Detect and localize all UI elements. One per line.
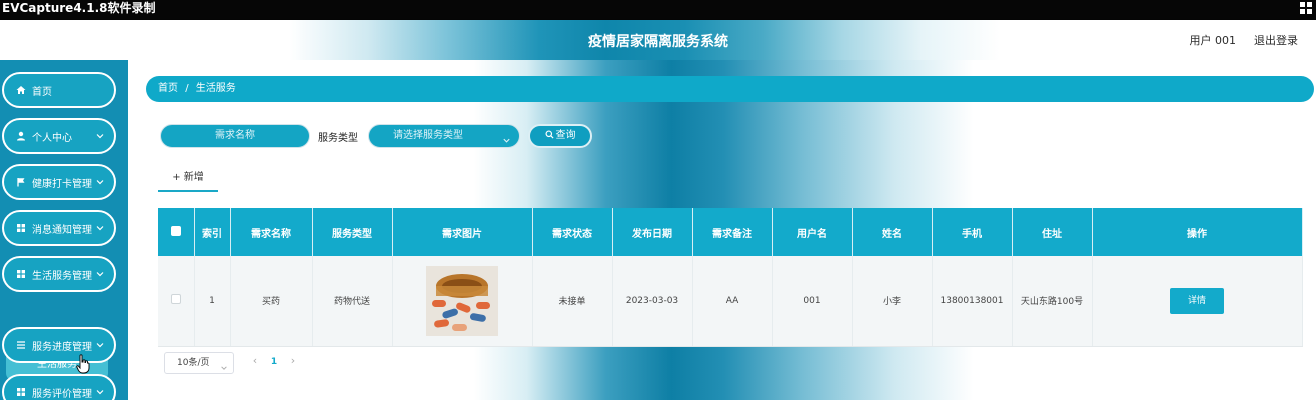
hand-cursor-icon: [76, 354, 90, 374]
query-button-label: 查询: [555, 130, 576, 141]
column-header: 需求名称: [230, 208, 313, 256]
sidebar-item-label: 消息通知管理: [32, 224, 92, 236]
column-header: 手机: [932, 208, 1013, 256]
cell-status: 未接单: [532, 256, 613, 347]
grid-icon: [16, 269, 26, 279]
chevron-down-icon: [95, 223, 105, 233]
chevron-down-icon: [95, 340, 105, 350]
sidebar-item-life-service[interactable]: 生活服务管理: [2, 256, 116, 292]
breadcrumb-current: 生活服务: [195, 83, 236, 94]
table-header-row: 索引 需求名称 服务类型 需求图片 需求状态 发布日期 需求备注 用户名 姓名 …: [158, 208, 1303, 256]
recorder-title: EVCapture4.1.8软件录制: [2, 1, 156, 15]
sidebar-item-health-checkin[interactable]: 健康打卡管理: [2, 164, 116, 200]
chevron-down-icon: [220, 360, 228, 370]
service-type-placeholder: 请选择服务类型: [393, 130, 463, 141]
sidebar-item-label: 健康打卡管理: [32, 178, 92, 190]
sidebar-item-label: 服务评价管理: [32, 388, 92, 400]
table-row: 1 买药 药物代送 未接单 2023-03-03 AA 001 小李 13800…: [158, 256, 1303, 347]
sidebar-item-label: 生活服务管理: [32, 270, 92, 282]
query-button[interactable]: 查询: [528, 124, 592, 148]
cell-index: 1: [194, 256, 231, 347]
column-header: 需求备注: [692, 208, 773, 256]
page-size-select[interactable]: 10条/页: [164, 352, 234, 374]
cell-username: 001: [772, 256, 853, 347]
sidebar-item-service-review[interactable]: 服务评价管理: [2, 374, 116, 400]
sidebar-item-label: 服务进度管理: [32, 341, 92, 353]
current-user: 用户 001: [1189, 34, 1237, 47]
search-icon: [544, 130, 554, 139]
prev-page-button[interactable]: ‹: [248, 352, 262, 372]
person-icon: [16, 131, 26, 141]
grid-icon: [16, 223, 26, 233]
sidebar-item-label: 首页: [32, 86, 52, 98]
page-number[interactable]: 1: [266, 352, 282, 372]
sidebar-item-home[interactable]: 首页: [2, 72, 116, 108]
cell-phone: 13800138001: [932, 256, 1013, 347]
demand-table: 索引 需求名称 服务类型 需求图片 需求状态 发布日期 需求备注 用户名 姓名 …: [158, 208, 1303, 347]
column-header: 发布日期: [612, 208, 693, 256]
column-header: 操作: [1092, 208, 1303, 256]
breadcrumb-home[interactable]: 首页: [158, 83, 178, 94]
next-page-button[interactable]: ›: [286, 352, 300, 372]
home-icon: [16, 85, 26, 95]
column-header: 索引: [194, 208, 231, 256]
sidebar-item-profile[interactable]: 个人中心: [2, 118, 116, 154]
service-type-select[interactable]: 请选择服务类型: [368, 124, 520, 148]
chevron-down-icon: [95, 177, 105, 187]
demand-name-input[interactable]: 需求名称: [160, 124, 310, 148]
column-header: 住址: [1012, 208, 1093, 256]
add-button[interactable]: + 新增: [158, 168, 218, 192]
row-select-cell[interactable]: [158, 256, 195, 347]
sidebar-item-notifications[interactable]: 消息通知管理: [2, 210, 116, 246]
chevron-down-icon: [502, 132, 511, 143]
detail-button[interactable]: 详情: [1170, 287, 1224, 314]
row-checkbox[interactable]: [170, 294, 181, 305]
system-title: 疫情居家隔离服务系统: [588, 34, 728, 50]
page-size-value: 10条/页: [177, 358, 210, 368]
breadcrumb-separator: /: [185, 83, 189, 94]
sidebar-item-label: 个人中心: [32, 132, 72, 144]
list-icon: [16, 340, 26, 350]
flag-icon: [16, 177, 26, 187]
chevron-down-icon: [95, 131, 105, 141]
cell-remark: AA: [692, 256, 773, 347]
breadcrumb: 首页 / 生活服务: [146, 76, 1314, 102]
cell-demand-name: 买药: [230, 256, 313, 347]
recorder-grip-icon[interactable]: [1300, 2, 1313, 15]
logout-link[interactable]: 退出登录: [1254, 32, 1298, 48]
recorder-title-bar: EVCapture4.1.8软件录制: [0, 0, 1316, 20]
select-all-header[interactable]: [158, 208, 195, 256]
column-header: 需求图片: [392, 208, 533, 256]
column-header: 姓名: [852, 208, 933, 256]
cell-address: 天山东路100号: [1012, 256, 1093, 347]
column-header: 需求状态: [532, 208, 613, 256]
sidebar-item-service-progress[interactable]: 服务进度管理: [2, 327, 116, 363]
grid-icon: [16, 387, 26, 397]
column-header: 服务类型: [312, 208, 393, 256]
column-header: 用户名: [772, 208, 853, 256]
cell-date: 2023-03-03: [612, 256, 693, 347]
service-type-label: 服务类型: [318, 133, 358, 144]
cell-demand-image: [392, 256, 533, 347]
chevron-down-icon: [95, 387, 105, 397]
medicine-bottle-image: [426, 265, 498, 336]
cell-actions: 详情: [1092, 256, 1303, 347]
top-header: 疫情居家隔离服务系统 用户 001 退出登录: [0, 20, 1316, 60]
sidebar: 首页 个人中心 健康打卡管理 消息通知管理 生活服务管理 生活服务 服务进度管理…: [0, 60, 128, 400]
chevron-down-icon: [95, 269, 105, 279]
cell-service-type: 药物代送: [312, 256, 393, 347]
cell-real-name: 小李: [852, 256, 933, 347]
select-all-checkbox[interactable]: [170, 225, 181, 236]
